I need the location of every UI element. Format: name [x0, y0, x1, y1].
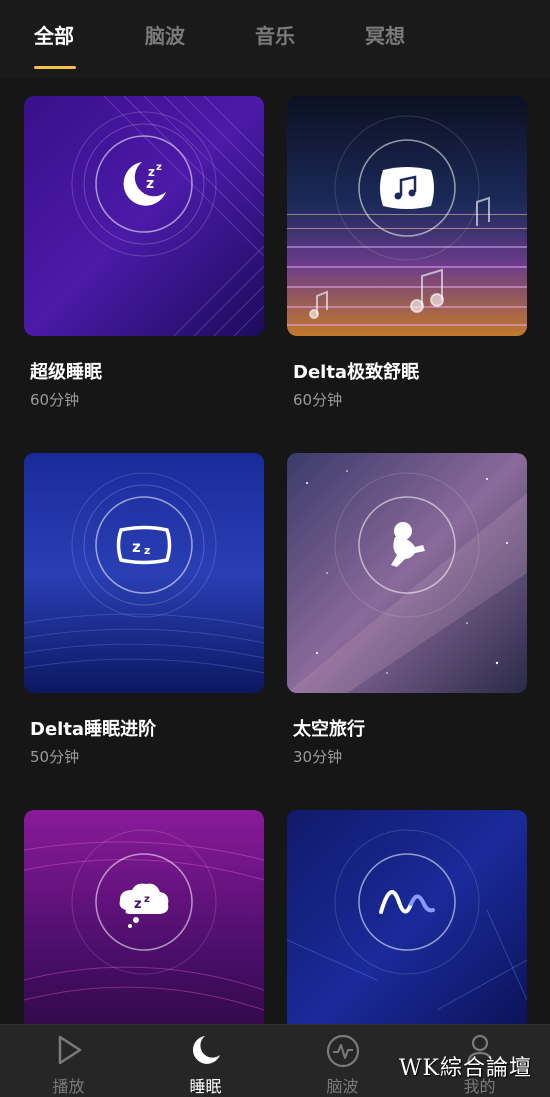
moon-icon	[192, 1036, 220, 1064]
nav-brainwave[interactable]: 脑波	[274, 1025, 411, 1097]
card-thumbnail[interactable]	[287, 453, 527, 693]
nav-label: 播放	[52, 1077, 85, 1096]
card-duration: 50分钟	[30, 748, 80, 766]
astronaut-icon	[391, 522, 425, 567]
tab-music[interactable]: 音乐	[255, 20, 295, 49]
svg-text:z: z	[144, 544, 150, 557]
pillow-zz-icon: z z	[116, 525, 172, 565]
active-tab-indicator	[34, 66, 76, 69]
wave-signal-icon	[379, 890, 435, 914]
nav-play[interactable]: 播放	[0, 1025, 137, 1097]
card-delta-deep-sleep[interactable]: Delta极致舒眠 60分钟	[287, 96, 527, 409]
card-title: 超级睡眠	[30, 362, 102, 383]
tab-all[interactable]: 全部	[34, 20, 74, 49]
card-duration: 60分钟	[30, 391, 80, 409]
svg-text:z: z	[144, 894, 150, 905]
card-thumbnail[interactable]	[287, 810, 527, 1024]
card-super-sleep[interactable]: z z z 超级睡眠 60分钟	[24, 96, 264, 409]
tab-brainwave[interactable]: 脑波	[145, 20, 185, 49]
brainwave-icon	[326, 1034, 359, 1068]
card-title: Delta睡眠进阶	[30, 719, 157, 740]
card-duration: 30分钟	[293, 748, 343, 766]
svg-text:z: z	[156, 162, 162, 173]
top-tab-bar: 全部 脑波 音乐 冥想	[0, 0, 550, 78]
svg-text:z: z	[134, 897, 142, 912]
play-icon	[58, 1035, 81, 1065]
svg-text:z: z	[132, 538, 141, 556]
card-delta-sleep-advanced[interactable]: z z Delta睡眠进阶 50分钟	[24, 453, 264, 766]
card-title: 太空旅行	[293, 719, 365, 740]
card-duration: 60分钟	[293, 391, 343, 409]
card-wave-signal[interactable]	[287, 810, 527, 1024]
card-thumbnail[interactable]: z z z	[24, 96, 264, 336]
card-thumbnail[interactable]: z z	[24, 810, 264, 1024]
card-thumbnail[interactable]	[287, 96, 527, 336]
nav-label: 睡眠	[189, 1077, 222, 1096]
svg-text:z: z	[146, 176, 154, 192]
card-thought-sleep[interactable]: z z	[24, 810, 264, 1024]
nav-label: 脑波	[326, 1077, 359, 1096]
card-space-travel[interactable]: 太空旅行 30分钟	[287, 453, 527, 766]
moon-zzz-icon: z z z	[123, 162, 166, 206]
music-pillow-icon	[380, 167, 434, 209]
watermark: WK綜合論壇	[398, 1056, 532, 1081]
nav-sleep[interactable]: 睡眠	[137, 1025, 274, 1097]
tab-meditation[interactable]: 冥想	[365, 20, 405, 49]
card-title: Delta极致舒眠	[293, 362, 420, 383]
card-thumbnail[interactable]: z z	[24, 453, 264, 693]
thought-cloud-zz-icon: z z	[119, 883, 169, 928]
